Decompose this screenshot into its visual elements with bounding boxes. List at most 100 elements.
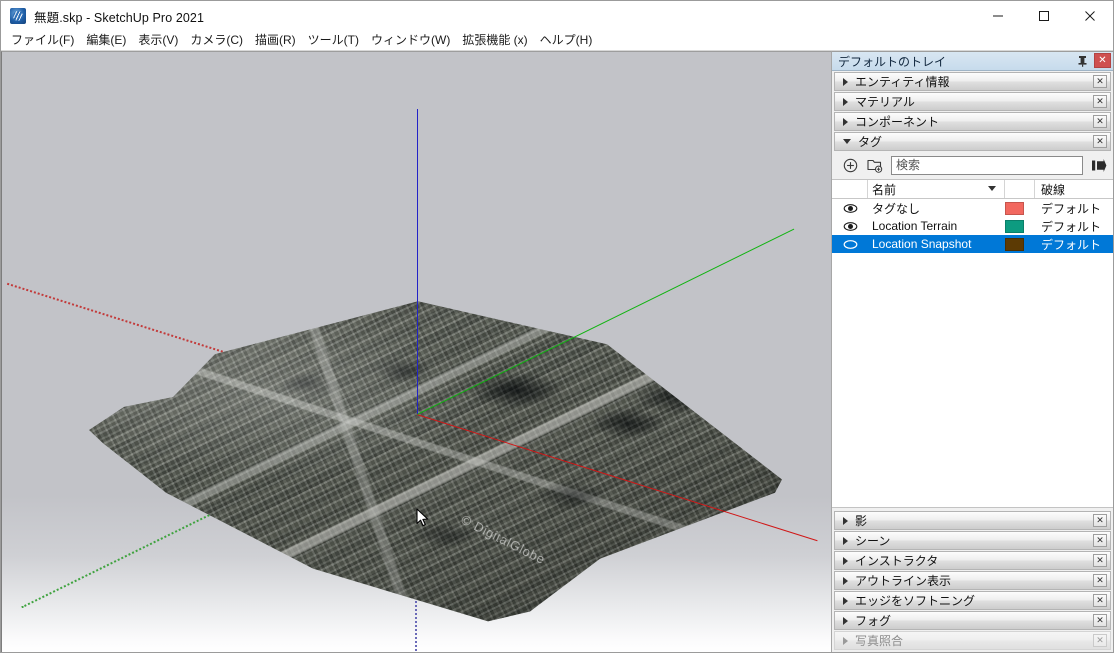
tags-table-empty-area[interactable] <box>832 253 1113 508</box>
column-header-color[interactable] <box>1005 180 1035 198</box>
tray-section-label: エッジをソフトニング <box>855 594 976 608</box>
section-close-button[interactable]: ✕ <box>1093 574 1107 587</box>
add-tag-folder-icon[interactable] <box>866 156 884 174</box>
window-controls <box>975 1 1113 31</box>
column-header-name-label: 名前 <box>872 182 897 197</box>
tag-color-swatch[interactable] <box>1005 237 1035 251</box>
column-header-visibility[interactable] <box>832 180 868 198</box>
tray-section-soften-edges[interactable]: エッジをソフトニング ✕ <box>834 591 1111 610</box>
tray-section-shadows[interactable]: 影 ✕ <box>834 511 1111 530</box>
tray-section-label: 写真照合 <box>855 634 904 648</box>
tray-section-label: コンポーネント <box>855 115 940 129</box>
tag-color-swatch[interactable] <box>1005 201 1035 215</box>
tag-color-swatch[interactable] <box>1005 219 1035 233</box>
tray-section-scenes[interactable]: シーン ✕ <box>834 531 1111 550</box>
tray-section-match-photo: 写真照合 ✕ <box>834 631 1111 650</box>
tray-section-label: タグ <box>858 135 883 149</box>
tray-section-materials[interactable]: マテリアル ✕ <box>834 92 1111 111</box>
menu-camera[interactable]: カメラ(C) <box>184 31 249 50</box>
menu-view[interactable]: 表示(V) <box>132 31 184 50</box>
tray-title: デフォルトのトレイ <box>838 54 947 69</box>
sketchup-main-window: 無題.skp - SketchUp Pro 2021 ファイル(F) 編集(E)… <box>0 0 1114 653</box>
tag-dash-value[interactable]: デフォルト <box>1035 200 1113 217</box>
axis-blue-positive <box>417 109 418 414</box>
chevron-right-icon <box>843 636 848 645</box>
tray-section-tags[interactable]: タグ ✕ <box>834 132 1111 151</box>
tag-name: タグなし <box>872 201 921 216</box>
details-arrow-icon[interactable] <box>1090 156 1108 174</box>
section-close-button: ✕ <box>1093 634 1107 647</box>
chevron-right-icon <box>843 616 848 625</box>
section-close-button[interactable]: ✕ <box>1093 115 1107 128</box>
menu-edit[interactable]: 編集(E) <box>80 31 132 50</box>
tray-section-outliner[interactable]: アウトライン表示 ✕ <box>834 571 1111 590</box>
maximize-button[interactable] <box>1021 1 1067 31</box>
menu-tools[interactable]: ツール(T) <box>302 31 365 50</box>
table-row[interactable]: タグなし デフォルト <box>832 199 1113 217</box>
eye-hidden-icon[interactable] <box>832 239 868 250</box>
main-body: © DigitalGlobe デフォルトのトレイ ✕ エンティティ情報 ✕ マテ… <box>1 51 1113 652</box>
chevron-right-icon <box>843 536 848 545</box>
table-row[interactable]: Location Terrain デフォルト <box>832 217 1113 235</box>
tag-dash-value[interactable]: デフォルト <box>1035 236 1113 253</box>
menu-draw[interactable]: 描画(R) <box>249 31 302 50</box>
close-button[interactable] <box>1067 1 1113 31</box>
tray-section-label: マテリアル <box>855 95 915 109</box>
menu-extensions[interactable]: 拡張機能 (x) <box>456 31 533 50</box>
column-header-name[interactable]: 名前 <box>868 180 1005 198</box>
chevron-right-icon <box>843 117 848 126</box>
tray-header-buttons: ✕ <box>1075 53 1111 68</box>
menu-window[interactable]: ウィンドウ(W) <box>365 31 456 50</box>
tag-search-input[interactable] <box>891 155 1083 175</box>
section-close-button[interactable]: ✕ <box>1093 614 1107 627</box>
chevron-right-icon <box>843 97 848 106</box>
section-close-button[interactable]: ✕ <box>1093 534 1107 547</box>
tag-dash-value[interactable]: デフォルト <box>1035 218 1113 235</box>
tray-section-label: シーン <box>855 534 891 548</box>
tray-section-instructor[interactable]: インストラクタ ✕ <box>834 551 1111 570</box>
sketchup-logo-icon <box>10 8 26 24</box>
menu-help[interactable]: ヘルプ(H) <box>534 31 599 50</box>
eye-visible-icon[interactable] <box>832 203 868 214</box>
chevron-right-icon <box>843 576 848 585</box>
color-swatch <box>1005 237 1024 251</box>
chevron-right-icon <box>843 77 848 86</box>
section-close-button[interactable]: ✕ <box>1093 514 1107 527</box>
add-tag-plus-icon[interactable] <box>841 156 859 174</box>
title-bar: 無題.skp - SketchUp Pro 2021 <box>1 1 1113 31</box>
tray-section-label: エンティティ情報 <box>855 75 950 89</box>
3d-model-viewport[interactable]: © DigitalGlobe <box>2 52 831 652</box>
chevron-right-icon <box>843 556 848 565</box>
tray-bottom-sections: 影 ✕ シーン ✕ インストラクタ ✕ アウトライン表示 ✕ エッジをソフトニン… <box>832 510 1113 652</box>
chevron-right-icon <box>843 596 848 605</box>
tray-section-label: アウトライン表示 <box>855 574 952 588</box>
viewport-container: © DigitalGlobe <box>1 51 831 652</box>
tray-close-button[interactable]: ✕ <box>1094 53 1111 68</box>
tray-section-label: 影 <box>855 514 868 528</box>
tray-section-components[interactable]: コンポーネント ✕ <box>834 112 1111 131</box>
tag-name: Location Terrain <box>872 219 958 233</box>
tray-section-label: インストラクタ <box>855 554 939 568</box>
section-close-button[interactable]: ✕ <box>1093 594 1107 607</box>
section-close-button[interactable]: ✕ <box>1093 554 1107 567</box>
sort-chevron-down-icon <box>988 186 996 191</box>
color-swatch <box>1005 201 1024 215</box>
tags-toolbar <box>832 151 1113 179</box>
eye-visible-icon[interactable] <box>832 221 868 232</box>
tags-table-header: 名前 破線 <box>832 180 1113 199</box>
section-close-button[interactable]: ✕ <box>1093 75 1107 88</box>
window-title: 無題.skp - SketchUp Pro 2021 <box>34 10 205 25</box>
column-header-dash[interactable]: 破線 <box>1035 180 1113 198</box>
location-snapshot-terrain[interactable] <box>89 301 782 622</box>
terrain-shading <box>89 301 782 622</box>
minimize-button[interactable] <box>975 1 1021 31</box>
tray-section-entity-info[interactable]: エンティティ情報 ✕ <box>834 72 1111 91</box>
chevron-right-icon <box>843 516 848 525</box>
tray-section-fog[interactable]: フォグ ✕ <box>834 611 1111 630</box>
section-close-button[interactable]: ✕ <box>1093 135 1107 148</box>
menu-file[interactable]: ファイル(F) <box>5 31 80 50</box>
section-close-button[interactable]: ✕ <box>1093 95 1107 108</box>
chevron-down-icon <box>843 139 851 144</box>
pin-icon[interactable] <box>1075 53 1089 68</box>
table-row[interactable]: Location Snapshot デフォルト <box>832 235 1113 253</box>
